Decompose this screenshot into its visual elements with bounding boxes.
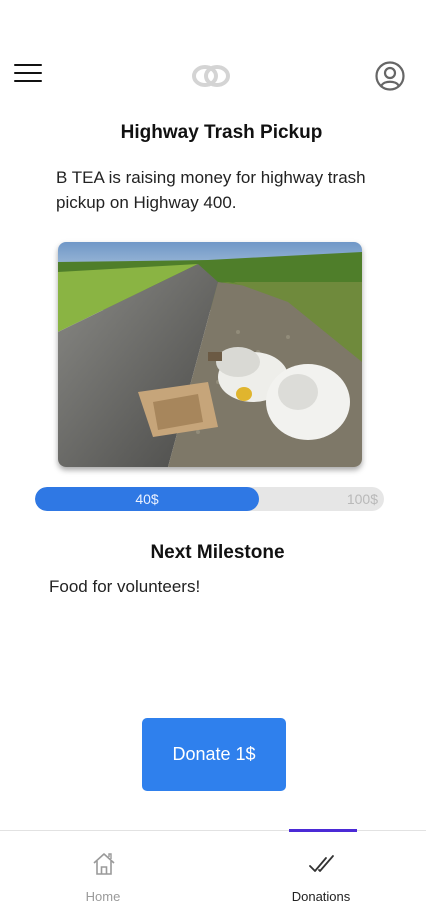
nav-label-donations: Donations bbox=[291, 889, 351, 904]
user-circle-icon[interactable] bbox=[374, 60, 406, 92]
progress-goal-label: 100$ bbox=[346, 491, 378, 507]
campaign-title: Highway Trash Pickup bbox=[120, 122, 323, 143]
donate-button[interactable]: Donate 1$ bbox=[142, 718, 286, 791]
nav-item-donations[interactable]: Donations bbox=[251, 831, 391, 916]
home-icon bbox=[93, 853, 115, 875]
nav-item-home[interactable]: Home bbox=[33, 831, 173, 916]
campaign-description: B TEA is raising money for highway trash… bbox=[56, 168, 366, 212]
nav-label-home: Home bbox=[85, 889, 121, 904]
roadside-trash-photo bbox=[58, 242, 362, 467]
progress-raised-label: 40$ bbox=[135, 491, 159, 507]
donation-progress-bar: 40$ 100$ bbox=[35, 487, 384, 511]
milestone-heading: Next Milestone bbox=[150, 542, 285, 563]
linked-rings-logo-icon bbox=[192, 65, 230, 87]
hamburger-menu-icon[interactable] bbox=[14, 62, 42, 84]
top-bar bbox=[0, 58, 426, 98]
milestone-text: Food for volunteers! bbox=[49, 577, 201, 596]
double-check-icon bbox=[309, 855, 334, 872]
bottom-navigation: Home Donations bbox=[0, 829, 426, 916]
